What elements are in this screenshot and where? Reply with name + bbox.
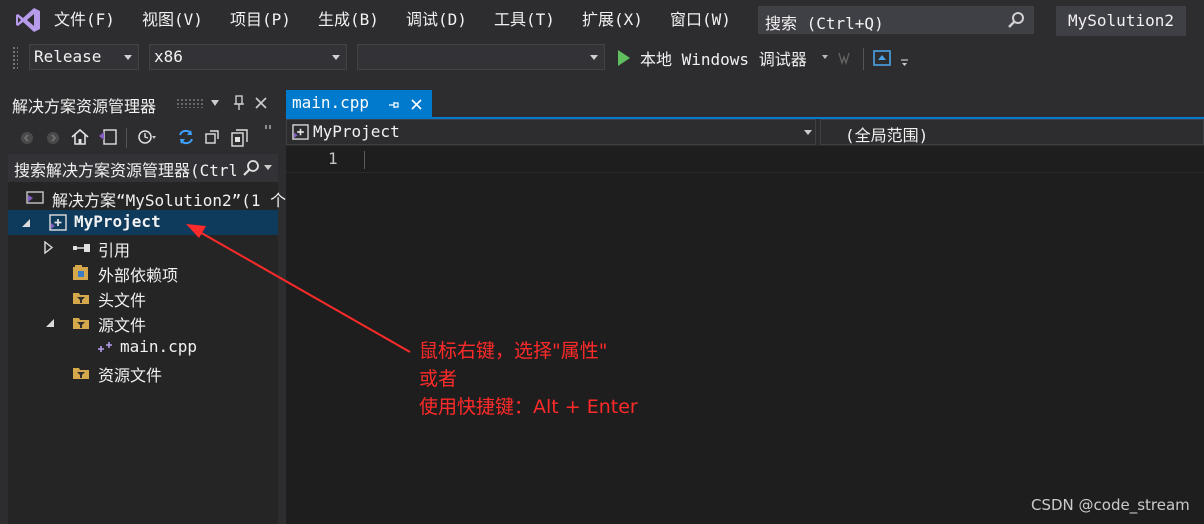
tab-main-cpp[interactable]: main.cpp [286, 90, 432, 118]
toolbar-separator [126, 128, 127, 148]
switch-views-icon[interactable] [98, 128, 118, 146]
platform-value: x86 [154, 47, 183, 66]
code-editor[interactable]: 1 [286, 145, 1204, 524]
solution-explorer-search-input[interactable]: 搜索解决方案资源管理器(Ctrl+;) [8, 154, 278, 182]
global-scope-value: (全局范围) [845, 126, 929, 145]
watermark: CSDN @code_stream [1031, 496, 1190, 514]
tree-item-label: MyProject [74, 212, 161, 231]
filter-folder-icon [73, 368, 89, 379]
menu-file[interactable]: 文件(F) [54, 9, 115, 31]
annotation-line-2: 或者 [419, 368, 458, 390]
expanded-arrow-icon[interactable] [46, 319, 54, 327]
tree-item-solution[interactable]: 解决方案“MySolution2”(1 个项目/共 1 个) [8, 185, 398, 210]
tree-item-label: 引用 [98, 241, 131, 260]
start-debugging-button[interactable]: 本地 Windows 调试器 [640, 46, 807, 70]
tree-item-references[interactable]: 引用 [8, 235, 278, 260]
toolbar-overflow-icon[interactable] [900, 58, 910, 68]
tree-item-label: main.cpp [120, 337, 198, 356]
chevron-down-icon [590, 55, 598, 60]
close-tab-icon[interactable] [410, 98, 423, 111]
search-input[interactable]: 搜索 (Ctrl+Q) [758, 6, 1034, 34]
tree-item-label: 外部依赖项 [98, 266, 179, 285]
pending-changes-filter-icon[interactable] [136, 128, 156, 146]
project-scope-value: MyProject [313, 122, 400, 141]
menu-project[interactable]: 项目(P) [230, 9, 291, 31]
menu-tools[interactable]: 工具(T) [494, 9, 555, 31]
chevron-down-icon [124, 55, 132, 60]
menu-window[interactable]: 窗口(W) [670, 9, 731, 31]
solution-name-badge: MySolution2 [1056, 6, 1186, 36]
close-icon[interactable] [254, 96, 268, 110]
external-dependencies-icon [73, 265, 88, 280]
show-all-files-icon[interactable] [230, 128, 250, 148]
collapsed-arrow-icon[interactable] [44, 241, 54, 254]
project-scope-dropdown[interactable]: MyProject [286, 119, 816, 145]
tree-item-project[interactable]: MyProject [8, 210, 278, 235]
menu-build[interactable]: 生成(B) [318, 9, 379, 31]
cpp-project-icon [49, 214, 67, 231]
search-icon[interactable] [242, 159, 260, 177]
chevron-down-icon[interactable] [210, 99, 220, 107]
annotation-line-1: 鼠标右键，选择"属性" [419, 340, 608, 362]
chevron-down-icon [804, 130, 812, 135]
tab-label: main.cpp [292, 93, 370, 112]
solution-icon [26, 191, 44, 204]
chevron-down-icon[interactable] [822, 55, 828, 59]
line-number: 1 [328, 149, 338, 168]
tree-item-label: 头文件 [98, 291, 147, 310]
search-icon [1008, 12, 1024, 28]
home-icon[interactable] [70, 128, 90, 146]
toolbar-grip[interactable] [12, 46, 18, 70]
solution-explorer-titlebar: 解决方案资源管理器 [8, 86, 278, 120]
tree-item-external-deps[interactable]: 外部依赖项 [8, 260, 278, 285]
chevron-down-icon [332, 55, 340, 60]
play-icon[interactable] [618, 50, 630, 66]
cpp-project-icon [292, 124, 309, 140]
editor-navigation-bar: MyProject (全局范围) [286, 119, 1204, 145]
search-placeholder: 搜索 (Ctrl+Q) [765, 14, 884, 33]
collapse-all-icon[interactable] [204, 128, 222, 146]
toolbar: Release x86 本地 Windows 调试器 [0, 40, 1204, 76]
menu-view[interactable]: 视图(V) [142, 9, 203, 31]
config-value: Release [34, 47, 102, 66]
pin-icon[interactable] [388, 99, 400, 111]
forward-arrow-icon[interactable] [46, 131, 60, 145]
visual-studio-logo-icon[interactable] [14, 6, 42, 34]
tree-item-header-files[interactable]: 头文件 [8, 285, 278, 310]
menu-extensions[interactable]: 扩展(X) [582, 9, 643, 31]
menu-bar: 文件(F) 视图(V) 项目(P) 生成(B) 调试(D) 工具(T) 扩展(X… [0, 0, 1204, 40]
filter-folder-icon [73, 293, 89, 304]
cpp-file-icon [98, 342, 112, 352]
current-line-highlight [286, 145, 1204, 173]
pin-icon[interactable] [232, 95, 246, 111]
expanded-arrow-icon[interactable] [22, 219, 30, 227]
solution-explorer-title: 解决方案资源管理器 [12, 97, 157, 116]
solution-explorer-toolbar [8, 120, 278, 154]
menu-debug[interactable]: 调试(D) [406, 9, 467, 31]
startup-item-dropdown[interactable] [357, 44, 605, 70]
chevron-down-icon[interactable] [264, 165, 272, 171]
back-arrow-icon[interactable] [20, 131, 34, 145]
titlebar-grip[interactable] [176, 98, 204, 108]
browse-window-icon[interactable] [872, 48, 892, 68]
tree-item-main-cpp[interactable]: main.cpp [8, 335, 278, 360]
tree-item-label: 源文件 [98, 316, 147, 335]
solution-explorer-search-placeholder: 搜索解决方案资源管理器(Ctrl+;) [14, 161, 236, 180]
hot-reload-icon[interactable] [836, 50, 852, 66]
filter-folder-open-icon [73, 318, 89, 329]
toolbar-separator [863, 48, 864, 70]
text-caret [364, 151, 365, 169]
tree-item-label: 资源文件 [98, 366, 163, 385]
platform-dropdown[interactable]: x86 [149, 44, 347, 70]
tree-item-source-files[interactable]: 源文件 [8, 310, 278, 335]
toolbar-overflow-icon[interactable] [264, 124, 274, 134]
solution-explorer-panel: 解决方案资源管理器 搜索解决方案资源管理器(Ctrl+;) 解决方案“MySol… [8, 86, 398, 524]
refresh-icon[interactable] [176, 128, 196, 146]
references-icon [73, 244, 90, 252]
tree-item-resource-files[interactable]: 资源文件 [8, 360, 278, 385]
config-dropdown[interactable]: Release [29, 44, 139, 70]
annotation-line-3: 使用快捷键：Alt + Enter [419, 396, 638, 418]
global-scope-dropdown[interactable]: (全局范围) [820, 119, 1204, 145]
